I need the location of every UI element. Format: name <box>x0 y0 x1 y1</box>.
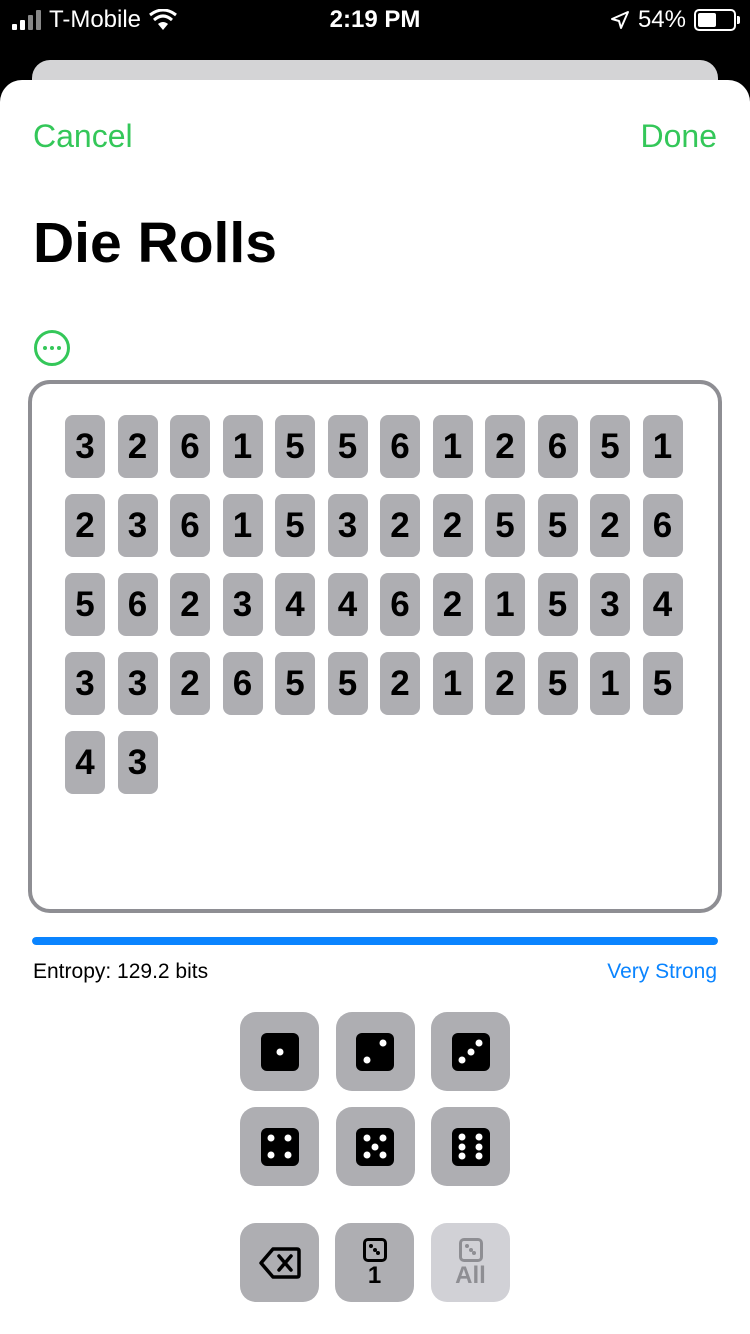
roll-chip: 5 <box>65 573 105 636</box>
roll-chip: 3 <box>117 652 158 715</box>
roll-chip: 2 <box>432 494 473 557</box>
rolls-box[interactable]: 3261556126512361532255265623446215343326… <box>28 380 722 913</box>
roll-chip: 5 <box>327 652 368 715</box>
roll-chip: 2 <box>485 652 525 715</box>
more-options-icon[interactable] <box>34 330 70 366</box>
roll-chip: 6 <box>170 494 210 557</box>
roll-chip: 3 <box>65 415 105 478</box>
roll-chip: 3 <box>327 494 368 557</box>
roll-chip: 6 <box>170 415 210 478</box>
roll-chip: 3 <box>590 573 630 636</box>
die-face-2-icon <box>356 1032 394 1071</box>
roll-chip: 2 <box>590 494 630 557</box>
strength-label: Very Strong <box>607 960 717 983</box>
roll-chip: 5 <box>327 415 368 478</box>
random-all-button[interactable]: All <box>431 1223 510 1302</box>
status-bar: T-Mobile 2:19 PM 54% <box>0 0 750 40</box>
roll-chip: 2 <box>432 573 473 636</box>
roll-chip: 5 <box>537 494 578 557</box>
roll-chip: 3 <box>117 494 158 557</box>
die-face-6-icon <box>451 1127 490 1166</box>
roll-chip: 6 <box>380 573 420 636</box>
random-one-button[interactable]: 1 <box>335 1223 414 1302</box>
roll-chip: 1 <box>432 652 473 715</box>
entropy-label: Entropy: 129.2 bits <box>33 960 209 983</box>
die-face-5-icon <box>356 1127 394 1166</box>
roll-chip: 3 <box>222 573 263 636</box>
roll-chip: 2 <box>380 494 420 557</box>
roll-chip: 5 <box>275 494 315 557</box>
die-icon <box>458 1237 483 1262</box>
roll-chip: 1 <box>485 573 525 636</box>
location-arrow-icon <box>610 11 629 29</box>
modal-sheet: Cancel Done Die Rolls 326155612651236153… <box>0 80 750 1334</box>
roll-chip: 5 <box>275 415 315 478</box>
battery-icon <box>694 9 740 31</box>
status-right: 54% <box>610 6 740 34</box>
roll-chip: 2 <box>170 573 210 636</box>
roll-chip: 4 <box>65 731 105 794</box>
done-button[interactable]: Done <box>641 118 718 155</box>
page-title: Die Rolls <box>33 211 277 275</box>
roll-chip: 4 <box>275 573 315 636</box>
die-three-button[interactable] <box>431 1012 510 1091</box>
roll-chip: 5 <box>537 573 578 636</box>
roll-chip: 2 <box>485 415 525 478</box>
roll-chip: 6 <box>117 573 158 636</box>
roll-chip: 5 <box>590 415 630 478</box>
roll-chip: 5 <box>537 652 578 715</box>
random-one-label: 1 <box>367 1261 382 1289</box>
roll-chip: 4 <box>327 573 368 636</box>
roll-chip: 6 <box>642 494 683 557</box>
roll-chip: 1 <box>222 494 263 557</box>
roll-chip: 2 <box>380 652 420 715</box>
entropy-bar <box>32 937 718 945</box>
die-icon <box>362 1237 387 1262</box>
die-face-1-icon <box>260 1032 299 1071</box>
die-one-button[interactable] <box>240 1012 319 1091</box>
roll-chip: 4 <box>642 573 683 636</box>
roll-chip: 5 <box>642 652 683 715</box>
roll-chip: 5 <box>485 494 525 557</box>
die-two-button[interactable] <box>335 1012 415 1091</box>
roll-chip: 1 <box>432 415 473 478</box>
backspace-button[interactable] <box>240 1223 319 1302</box>
random-all-label: All <box>455 1261 486 1289</box>
die-face-3-icon <box>451 1032 490 1071</box>
roll-chip: 2 <box>65 494 105 557</box>
die-six-button[interactable] <box>431 1107 510 1186</box>
roll-chip: 3 <box>117 731 158 794</box>
battery-percent: 54% <box>637 6 686 33</box>
die-four-button[interactable] <box>240 1107 319 1186</box>
roll-chip: 2 <box>170 652 210 715</box>
roll-chip: 1 <box>642 415 683 478</box>
rolls-grid: 3261556126512361532255265623446215343326… <box>65 415 695 794</box>
roll-chip: 6 <box>537 415 578 478</box>
roll-chip: 6 <box>380 415 420 478</box>
die-face-4-icon <box>260 1127 299 1166</box>
roll-chip: 3 <box>65 652 105 715</box>
roll-chip: 6 <box>222 652 263 715</box>
roll-chip: 5 <box>275 652 315 715</box>
roll-chip: 1 <box>590 652 630 715</box>
roll-chip: 2 <box>117 415 158 478</box>
backspace-icon <box>258 1246 301 1279</box>
die-five-button[interactable] <box>335 1107 415 1186</box>
roll-chip: 1 <box>222 415 263 478</box>
cancel-button[interactable]: Cancel <box>33 118 133 155</box>
